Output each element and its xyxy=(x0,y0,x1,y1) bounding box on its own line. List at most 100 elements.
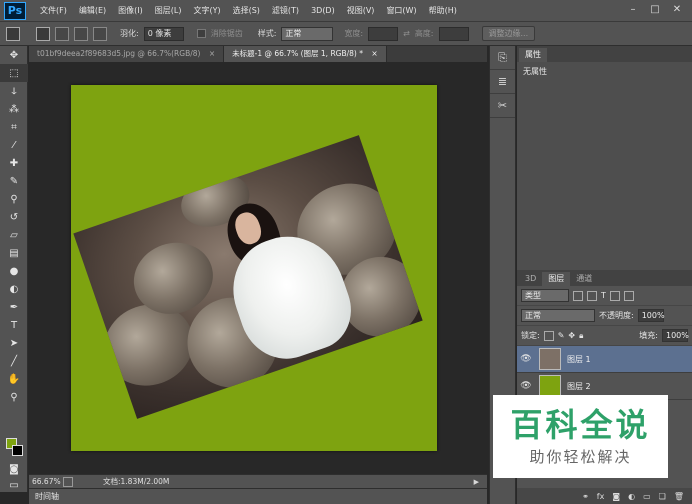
height-input[interactable] xyxy=(438,26,469,41)
eyedropper-tool-icon[interactable]: ⁄ xyxy=(0,136,28,154)
pen-tool-icon[interactable]: ✒ xyxy=(0,298,28,316)
tab-close-icon[interactable]: × xyxy=(209,49,215,58)
marquee-tool-preset-icon[interactable] xyxy=(6,26,20,41)
blend-opacity-row: 正常 不透明度: 100% xyxy=(517,306,692,326)
menu-help[interactable]: 帮助(H) xyxy=(423,0,463,22)
lock-move-icon[interactable]: ✥ xyxy=(568,331,575,340)
smart-object-filter-icon[interactable] xyxy=(623,290,634,301)
close-button[interactable]: ✕ xyxy=(666,4,688,15)
lasso-tool-icon[interactable]: ↆ xyxy=(0,82,28,100)
blur-tool-icon[interactable]: ● xyxy=(0,262,28,280)
menu-layer[interactable]: 图层(L) xyxy=(149,0,188,22)
lock-transparent-icon[interactable] xyxy=(543,330,554,341)
tab-photo-document[interactable]: t01bf9deea2f89683d5.jpg @ 66.7%(RGB/8) × xyxy=(29,46,225,62)
menu-window[interactable]: 窗口(W) xyxy=(380,0,422,22)
tab-channels[interactable]: 通道 xyxy=(570,272,598,286)
tools-preset-icon[interactable]: ✂ xyxy=(490,94,515,118)
visibility-eye-icon[interactable]: 👁︎ xyxy=(517,381,535,391)
dodge-tool-icon[interactable]: ◐ xyxy=(0,280,28,298)
document-canvas[interactable] xyxy=(71,85,437,451)
visibility-eye-icon[interactable]: 👁︎ xyxy=(517,354,535,364)
minimize-button[interactable]: – xyxy=(622,4,644,15)
add-mask-icon[interactable]: ◙ xyxy=(612,492,620,501)
intersect-selection-icon[interactable] xyxy=(93,26,107,41)
layer-filter-row: 类型 T xyxy=(517,286,692,306)
menu-file[interactable]: 文件(F) xyxy=(34,0,73,22)
lock-brush-icon[interactable]: ✎ xyxy=(558,331,565,340)
new-group-icon[interactable]: ▭ xyxy=(643,492,651,501)
new-selection-icon[interactable] xyxy=(36,26,50,41)
maximize-button[interactable]: □ xyxy=(644,4,666,15)
type-filter-icon[interactable]: T xyxy=(601,291,606,300)
fill-input[interactable]: 100% xyxy=(662,329,689,342)
tab-untitled-document[interactable]: 未标题-1 @ 66.7% (图层 1, RGB/8) * × xyxy=(224,46,387,62)
status-arrow-icon[interactable]: ▶ xyxy=(474,478,479,486)
options-bar: 羽化: 0 像素 消除锯齿 样式: 正常 宽度: ⇄ 高度: 调整边缘... xyxy=(0,22,692,46)
zoom-level[interactable]: 66.67% xyxy=(29,477,63,486)
tab-close-icon[interactable]: × xyxy=(371,49,377,58)
width-input[interactable] xyxy=(368,26,399,41)
layers-footer: ⚭ fx ◙ ◐ ▭ ❏ 🗑︎ xyxy=(517,488,692,504)
menu-3d[interactable]: 3D(D) xyxy=(305,0,341,22)
menu-image[interactable]: 图像(I) xyxy=(112,0,149,22)
shape-filter-icon[interactable] xyxy=(609,290,620,301)
fx-icon[interactable]: fx xyxy=(597,492,605,501)
gradient-tool-icon[interactable]: ▤ xyxy=(0,244,28,262)
history-panel-icon[interactable]: ⎘ xyxy=(490,46,515,70)
zoom-tool-icon[interactable]: ⚲ xyxy=(0,388,28,406)
tab-label: 未标题-1 @ 66.7% (图层 1, RGB/8) * xyxy=(232,49,363,58)
layer-row-1[interactable]: 👁︎ 图层 1 xyxy=(517,346,692,373)
layer-kind-select[interactable]: 类型 xyxy=(521,289,569,302)
hand-tool-icon[interactable]: ✋ xyxy=(0,370,28,388)
crop-tool-icon[interactable]: ⌗ xyxy=(0,118,28,136)
adjustment-filter-icon[interactable] xyxy=(587,290,597,301)
clone-stamp-tool-icon[interactable]: ⚲ xyxy=(0,190,28,208)
lock-all-icon[interactable]: 🔒︎ xyxy=(579,331,583,341)
adjustment-layer-icon[interactable]: ◐ xyxy=(628,492,635,501)
add-to-selection-icon[interactable] xyxy=(55,26,69,41)
properties-body: 无属性 xyxy=(517,62,692,270)
layer-thumbnail xyxy=(539,348,561,370)
background-color-swatch[interactable] xyxy=(12,445,23,456)
move-tool-icon[interactable]: ✥ xyxy=(0,46,28,64)
pixel-filter-icon[interactable] xyxy=(573,290,583,301)
swap-icon[interactable]: ⇄ xyxy=(403,29,410,38)
link-layers-icon[interactable]: ⚭ xyxy=(582,492,589,501)
tools-panel: ✥ ⬚ ↆ ⁂ ⌗ ⁄ ✚ ✎ ⚲ ↺ ▱ ▤ ● ◐ ✒ T ➤ ╱ ✋ ⚲ … xyxy=(0,46,28,492)
properties-panel-icon[interactable]: ≣ xyxy=(490,70,515,94)
eraser-tool-icon[interactable]: ▱ xyxy=(0,226,28,244)
healing-brush-tool-icon[interactable]: ✚ xyxy=(0,154,28,172)
tab-layers[interactable]: 图层 xyxy=(542,272,571,286)
type-tool-icon[interactable]: T xyxy=(0,316,28,334)
menu-view[interactable]: 视图(V) xyxy=(341,0,381,22)
delete-layer-icon[interactable]: 🗑︎ xyxy=(674,492,684,501)
new-layer-icon[interactable]: ❏ xyxy=(659,492,666,501)
opacity-input[interactable]: 100% xyxy=(637,309,665,322)
screen-mode-icon[interactable]: ▭ xyxy=(0,476,28,494)
menu-type[interactable]: 文字(Y) xyxy=(187,0,226,22)
line-tool-icon[interactable]: ╱ xyxy=(0,352,28,370)
style-select[interactable]: 正常 xyxy=(281,26,334,41)
window-controls: – □ ✕ xyxy=(622,0,688,18)
menu-edit[interactable]: 编辑(E) xyxy=(73,0,112,22)
feather-input[interactable]: 0 像素 xyxy=(143,26,184,41)
refine-edge-button[interactable]: 调整边缘... xyxy=(481,26,536,41)
timeline-panel-bar[interactable]: 时间轴 xyxy=(29,488,487,504)
rectangular-marquee-tool-icon[interactable]: ⬚ xyxy=(0,64,28,82)
antialias-checkbox[interactable] xyxy=(196,29,206,38)
history-brush-tool-icon[interactable]: ↺ xyxy=(0,208,28,226)
no-properties-text: 无属性 xyxy=(523,67,547,76)
rotated-photo-layer[interactable] xyxy=(73,135,423,419)
tab-properties[interactable]: 属性 xyxy=(519,48,547,62)
brush-tool-icon[interactable]: ✎ xyxy=(0,172,28,190)
menu-filter[interactable]: 滤镜(T) xyxy=(266,0,305,22)
export-icon[interactable] xyxy=(63,476,73,487)
blend-mode-select[interactable]: 正常 xyxy=(521,309,595,322)
path-selection-tool-icon[interactable]: ➤ xyxy=(0,334,28,352)
tab-3d[interactable]: 3D xyxy=(519,272,542,286)
menu-select[interactable]: 选择(S) xyxy=(227,0,266,22)
watermark-logo: 百科全说 助你轻松解决 xyxy=(493,395,668,478)
properties-tabbar: 属性 xyxy=(517,46,692,62)
magic-wand-tool-icon[interactable]: ⁂ xyxy=(0,100,28,118)
subtract-selection-icon[interactable] xyxy=(74,26,88,41)
